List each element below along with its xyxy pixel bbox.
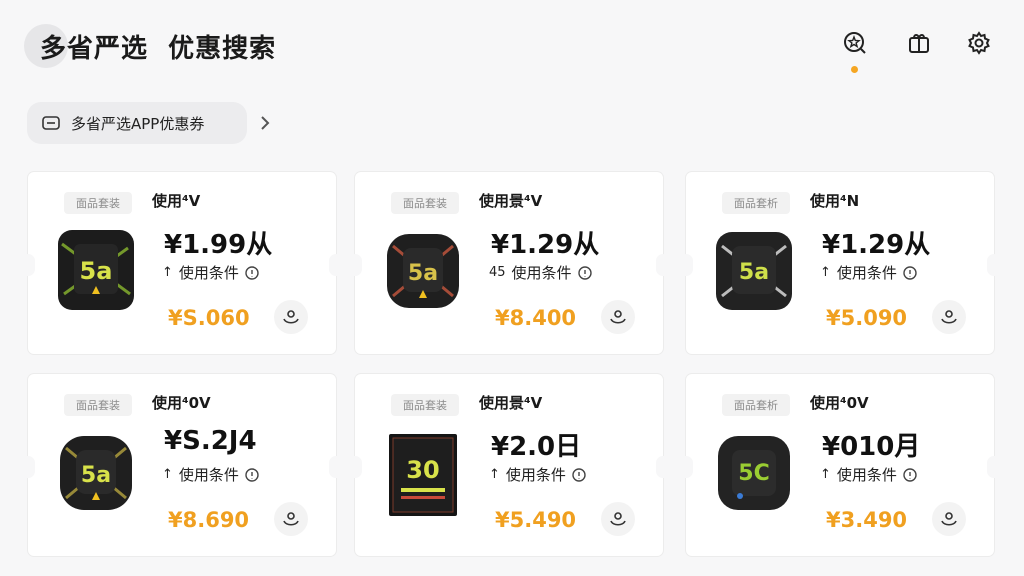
card-price: ¥2.0日 [491, 432, 582, 462]
card-tag: 面品套装 [391, 394, 459, 416]
card-usage: 使用⁴0V [810, 394, 869, 412]
card-notch-left [348, 254, 362, 276]
card-price: ¥1.99从 [164, 230, 273, 260]
card-notch-right [987, 456, 1001, 478]
card-tag: 面品套装 [64, 394, 132, 416]
product-badge: 5a [81, 463, 111, 488]
product-badge: 30 [406, 456, 439, 484]
coupon-card[interactable]: 面品套析 使用⁴0V 5C ¥010月 ↑ 使用条件 ¥3.490 [679, 374, 1001, 556]
condition-prefix: 45 [489, 265, 506, 280]
settings-gear-icon[interactable] [964, 28, 994, 58]
card-condition[interactable]: ↑ 使用条件 [820, 262, 917, 283]
coupon-card[interactable]: 面品套装 使用景⁴V 5a ¥1.29从 45 使用条件 ¥8.400 [348, 172, 670, 354]
product-badge: 5a [80, 257, 113, 285]
condition-label: 使用条件 [836, 466, 897, 484]
product-box-image: 30 [389, 434, 457, 516]
coupon-card[interactable]: 面品套装 使用⁴V 5a ¥1.99从 ↑ 使用条件 ¥S.060 [21, 172, 343, 354]
product-badge: 5C [738, 461, 769, 486]
coupon-card[interactable]: 面品套装 使用景⁴V 30 ¥2.0日 ↑ 使用条件 ¥5.490 [348, 374, 670, 556]
share-icon[interactable] [274, 502, 308, 536]
product-watch-image: 5a [60, 436, 132, 510]
card-notch-right [329, 456, 343, 478]
card-tag: 面品套装 [64, 192, 132, 214]
search-star-icon[interactable] [840, 28, 870, 58]
card-price: ¥S.2J4 [164, 426, 257, 456]
info-icon [903, 467, 917, 482]
card-tag: 面品套装 [391, 192, 459, 214]
final-price: ¥8.690 [168, 508, 250, 532]
final-price: ¥8.400 [495, 306, 577, 330]
condition-label: 使用条件 [178, 264, 239, 282]
card-price: ¥1.29从 [491, 230, 600, 260]
card-usage: 使用⁴N [810, 192, 860, 210]
card-notch-right [987, 254, 1001, 276]
header: 多省严选 优惠搜索 [0, 0, 1024, 90]
card-condition[interactable]: ↑ 使用条件 [820, 464, 917, 485]
info-icon [245, 467, 259, 482]
card-notch-left [679, 456, 693, 478]
share-icon[interactable] [932, 300, 966, 334]
app-coupon-label: 多省严选APP优惠券 [71, 114, 205, 133]
product-badge: 5a [739, 260, 769, 285]
card-condition[interactable]: ↑ 使用条件 [162, 464, 259, 485]
final-price: ¥S.060 [168, 306, 250, 330]
product-watch-image: 5a [387, 234, 459, 308]
card-notch-left [21, 456, 35, 478]
card-notch-left [679, 254, 693, 276]
card-notch-right [656, 254, 670, 276]
condition-label: 使用条件 [178, 466, 239, 484]
card-usage: 使用⁴0V [152, 394, 211, 412]
condition-prefix: ↑ [162, 467, 173, 482]
card-notch-right [656, 456, 670, 478]
info-icon [572, 467, 586, 482]
coupon-card[interactable]: 面品套析 使用⁴N 5a ¥1.29从 ↑ 使用条件 ¥5.090 [679, 172, 1001, 354]
share-icon[interactable] [601, 502, 635, 536]
coupon-ticket-icon [41, 113, 61, 133]
card-condition[interactable]: 45 使用条件 [489, 262, 592, 283]
condition-label: 使用条件 [505, 466, 566, 484]
gift-box-icon[interactable] [904, 28, 934, 58]
card-usage: 使用景⁴V [479, 192, 543, 210]
condition-prefix: ↑ [162, 265, 173, 280]
page-title-wrap: 多省严选 优惠搜索 [24, 24, 276, 68]
share-icon[interactable] [932, 502, 966, 536]
notification-dot [851, 66, 858, 73]
chevron-right-icon[interactable] [258, 112, 272, 134]
share-icon[interactable] [601, 300, 635, 334]
final-price: ¥5.490 [495, 508, 577, 532]
final-price: ¥5.090 [826, 306, 908, 330]
card-condition[interactable]: ↑ 使用条件 [489, 464, 586, 485]
coupon-card[interactable]: 面品套装 使用⁴0V 5a ¥S.2J4 ↑ 使用条件 ¥8.690 [21, 374, 343, 556]
info-icon [903, 265, 917, 280]
product-watch-image: 5C [718, 436, 790, 510]
condition-prefix: ↑ [820, 467, 831, 482]
product-badge: 5a [408, 261, 438, 286]
page-title: 多省严选 优惠搜索 [40, 33, 277, 64]
card-condition[interactable]: ↑ 使用条件 [162, 262, 259, 283]
condition-prefix: ↑ [820, 265, 831, 280]
product-watch-image: 5a [58, 230, 134, 310]
card-notch-right [329, 254, 343, 276]
card-price: ¥1.29从 [822, 230, 931, 260]
card-notch-left [348, 456, 362, 478]
card-usage: 使用⁴V [152, 192, 201, 210]
condition-label: 使用条件 [836, 264, 897, 282]
share-icon[interactable] [274, 300, 308, 334]
card-notch-left [21, 254, 35, 276]
condition-prefix: ↑ [489, 467, 500, 482]
condition-label: 使用条件 [511, 264, 572, 282]
card-tag: 面品套析 [722, 394, 790, 416]
info-icon [577, 265, 592, 280]
final-price: ¥3.490 [826, 508, 908, 532]
card-tag: 面品套析 [722, 192, 790, 214]
app-coupon-pill[interactable]: 多省严选APP优惠券 [27, 102, 247, 144]
card-usage: 使用景⁴V [479, 394, 543, 412]
product-watch-image: 5a [716, 232, 792, 310]
card-price: ¥010月 [822, 432, 921, 462]
info-icon [245, 265, 259, 280]
